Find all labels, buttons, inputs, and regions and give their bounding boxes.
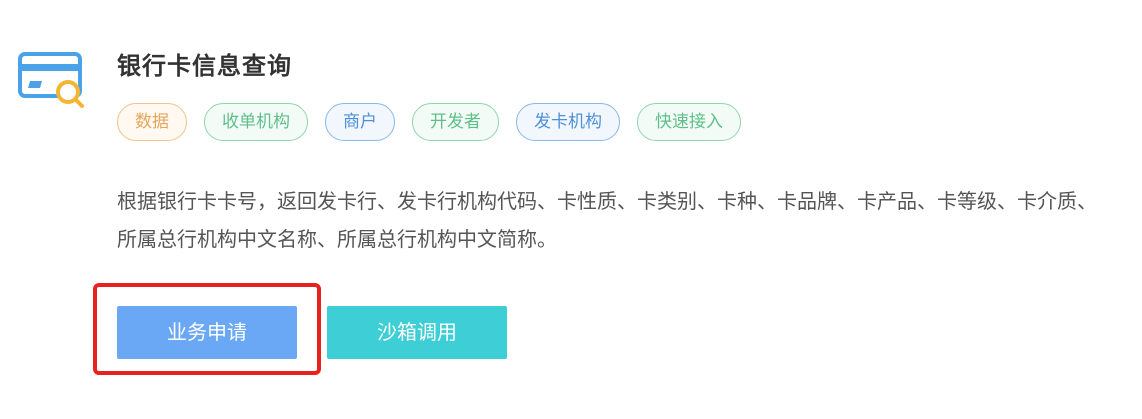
tag-merchant[interactable]: 商户 bbox=[325, 103, 395, 141]
tag-quick-access[interactable]: 快速接入 bbox=[637, 103, 741, 141]
tag-list: 数据 收单机构 商户 开发者 发卡机构 快速接入 bbox=[117, 103, 741, 141]
tag-data[interactable]: 数据 bbox=[117, 103, 187, 141]
product-description: 根据银行卡卡号，返回发卡行、发卡行机构代码、卡性质、卡类别、卡种、卡品牌、卡产品… bbox=[117, 189, 1097, 251]
page-title: 银行卡信息查询 bbox=[117, 52, 292, 80]
highlight-box bbox=[93, 283, 321, 375]
sandbox-call-button[interactable]: 沙箱调用 bbox=[327, 306, 507, 359]
bank-card-search-icon bbox=[14, 48, 86, 110]
tag-acquirer[interactable]: 收单机构 bbox=[204, 103, 308, 141]
tag-issuer[interactable]: 发卡机构 bbox=[516, 103, 620, 141]
tag-developer[interactable]: 开发者 bbox=[412, 103, 499, 141]
product-card: 银行卡信息查询 数据 收单机构 商户 开发者 发卡机构 快速接入 根据银行卡卡号… bbox=[0, 0, 1142, 419]
